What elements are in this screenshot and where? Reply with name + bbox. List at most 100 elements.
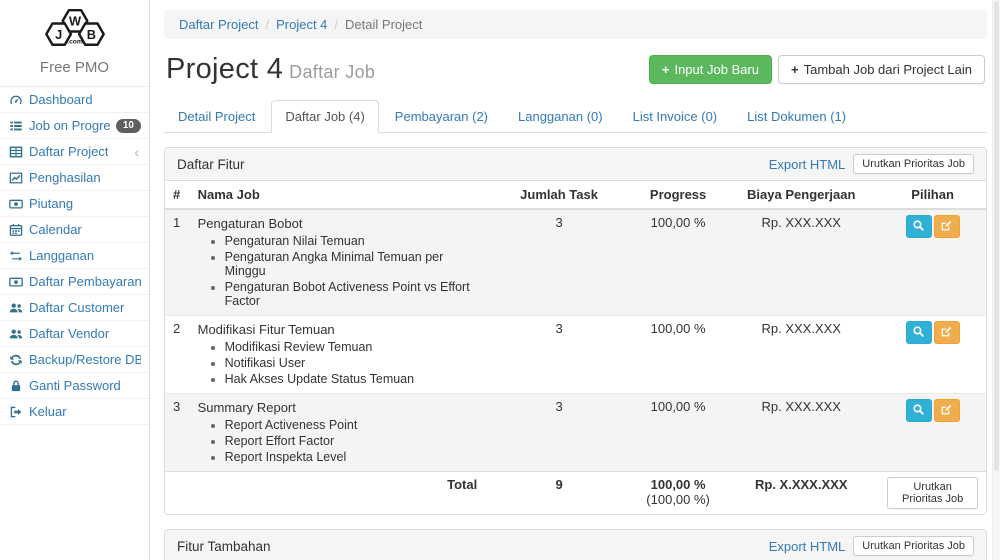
edit-icon — [940, 403, 953, 419]
tasks-icon — [9, 119, 23, 133]
sidebar-item-label: Daftar Project — [29, 144, 108, 159]
edit-icon — [940, 325, 953, 341]
subtask-list: Pengaturan Nilai TemuanPengaturan Angka … — [225, 234, 478, 308]
export-html-link[interactable]: Export HTML — [769, 157, 846, 172]
exchange-icon — [9, 249, 23, 263]
sidebar-item-daftar-pembayaran[interactable]: Daftar Pembayaran — [0, 269, 149, 295]
column-header-pilihan: Pilihan — [879, 181, 986, 209]
search-icon — [912, 219, 925, 235]
main-content: Daftar Project/Project 4/Detail Project … — [151, 0, 990, 560]
sidebar-item-backup-restore-db[interactable]: Backup/Restore DB — [0, 347, 149, 373]
row-number: 2 — [165, 316, 190, 394]
sidebar-item-keluar[interactable]: Keluar — [0, 399, 149, 425]
sidebar-item-job-on-progress[interactable]: Job on Progress10 — [0, 113, 149, 139]
sidebar-item-langganan[interactable]: Langganan — [0, 243, 149, 269]
svg-text:.com: .com — [67, 38, 83, 45]
total-row: Total9100,00 % (100,00 %)Rp. X.XXX.XXXUr… — [165, 472, 986, 515]
sidebar: W J B .com Free PMO DashboardJob on Prog… — [0, 0, 150, 560]
subtask-item: Hak Akses Update Status Temuan — [225, 372, 478, 386]
urutkan-prioritas-job-button[interactable]: Urutkan Prioritas Job — [887, 477, 978, 509]
sidebar-item-label: Langganan — [29, 248, 94, 263]
money-icon — [9, 197, 23, 211]
page-header: Project 4 Daftar Job + Input Job Baru + T… — [166, 53, 985, 86]
sidebar-item-daftar-project[interactable]: Daftar Project‹ — [0, 139, 149, 165]
sidebar-item-dashboard[interactable]: Dashboard — [0, 87, 149, 113]
breadcrumb-current: Detail Project — [345, 17, 422, 32]
panel-heading-actions: Export HTML Urutkan Prioritas Job — [769, 536, 974, 556]
view-job-button[interactable] — [906, 321, 932, 344]
sidebar-item-label: Daftar Pembayaran — [29, 274, 141, 289]
button-label: Input Job Baru — [674, 62, 759, 77]
tab-list-dokumen-1[interactable]: List Dokumen (1) — [733, 100, 860, 133]
project-title: Project 4 — [166, 53, 283, 85]
tab-pembayaran-2[interactable]: Pembayaran (2) — [381, 100, 502, 133]
breadcrumb: Daftar Project/Project 4/Detail Project — [164, 10, 987, 39]
search-icon — [912, 403, 925, 419]
job-name: Pengaturan Bobot — [198, 215, 478, 231]
scrollbar[interactable] — [992, 0, 1000, 560]
tambah-job-dari-project-lain-button[interactable]: + Tambah Job dari Project Lain — [778, 55, 985, 84]
input-job-baru-button[interactable]: + Input Job Baru — [649, 55, 772, 84]
sidebar-menu: DashboardJob on Progress10Daftar Project… — [0, 86, 149, 425]
subtask-item: Modifikasi Review Temuan — [225, 340, 478, 354]
panel-heading: Daftar Fitur Export HTML Urutkan Prioritas… — [165, 148, 986, 181]
sidebar-item-calendar[interactable]: Calendar — [0, 217, 149, 243]
subtask-list: Modifikasi Review Temuan Notifikasi User H… — [225, 340, 478, 386]
tab-langganan-0[interactable]: Langganan (0) — [504, 100, 617, 133]
view-job-button[interactable] — [906, 215, 932, 238]
panel-fitur-tambahan: Fitur TambahanExport HTMLUrutkan Priorit… — [164, 529, 987, 560]
page-subtitle: Daftar Job — [289, 62, 375, 82]
svg-text:B: B — [86, 27, 95, 42]
panels-container: Daftar Fitur Export HTML Urutkan Prioritas… — [164, 147, 987, 560]
sidebar-item-piutang[interactable]: Piutang — [0, 191, 149, 217]
sidebar-item-label: Job on Progress — [29, 118, 110, 133]
table-icon — [9, 145, 23, 159]
row-number: 3 — [165, 394, 190, 472]
subtask-item: Notifikasi User — [225, 356, 478, 370]
breadcrumb-daftar-project[interactable]: Daftar Project — [179, 17, 258, 32]
edit-job-button[interactable] — [934, 399, 960, 422]
sign-out-icon — [9, 405, 23, 419]
edit-job-button[interactable] — [934, 215, 960, 238]
sidebar-item-label: Calendar — [29, 222, 82, 237]
breadcrumb-project-4[interactable]: Project 4 — [276, 17, 327, 32]
job-name-cell: Summary ReportReport Activeness PointRep… — [190, 394, 486, 472]
tab-daftar-job-4[interactable]: Daftar Job (4) — [271, 100, 378, 133]
urutkan-prioritas-job-button[interactable]: Urutkan Prioritas Job — [853, 154, 974, 174]
progress-value: 100,00 % — [633, 394, 723, 472]
svg-text:W: W — [68, 13, 81, 28]
app-logo: W J B .com — [0, 0, 149, 53]
sidebar-item-ganti-password[interactable]: Ganti Password — [0, 373, 149, 399]
total-progress: 100,00 % (100,00 %) — [633, 472, 723, 515]
table-header-row: #Nama JobJumlah TaskProgressBiaya Penger… — [165, 181, 986, 209]
panel-title: Daftar Fitur — [177, 157, 245, 172]
total-label: Total — [190, 472, 486, 515]
search-icon — [912, 325, 925, 341]
jobs-table: #Nama JobJumlah TaskProgressBiaya Penger… — [165, 181, 986, 514]
sidebar-item-daftar-customer[interactable]: Daftar Customer — [0, 295, 149, 321]
urutkan-prioritas-job-button[interactable]: Urutkan Prioritas Job — [853, 536, 974, 556]
scrollbar-thumb[interactable] — [994, 1, 999, 471]
tab-detail-project[interactable]: Detail Project — [164, 100, 269, 133]
column-header-jumlah-task: Jumlah Task — [485, 181, 633, 209]
brand-text: Free PMO — [0, 53, 149, 86]
sidebar-item-daftar-vendor[interactable]: Daftar Vendor — [0, 321, 149, 347]
dashboard-icon — [9, 93, 23, 107]
panel-heading-actions: Export HTML Urutkan Prioritas Job — [769, 154, 974, 174]
view-job-button[interactable] — [906, 399, 932, 422]
row-actions — [879, 316, 986, 394]
sidebar-item-penghasilan[interactable]: Penghasilan — [0, 165, 149, 191]
export-html-link[interactable]: Export HTML — [769, 539, 846, 554]
total-tasks: 9 — [485, 472, 633, 515]
lock-icon — [9, 379, 23, 393]
button-label: Tambah Job dari Project Lain — [804, 62, 972, 77]
panel-heading: Fitur TambahanExport HTMLUrutkan Priorit… — [165, 530, 986, 560]
page: W J B .com Free PMO DashboardJob on Prog… — [0, 0, 1000, 560]
job-name-cell: Pengaturan Bobot Pengaturan Nilai TemuanP… — [190, 209, 486, 316]
tab-list-invoice-0[interactable]: List Invoice (0) — [619, 100, 732, 133]
job-name: Modifikasi Fitur Temuan — [198, 321, 478, 337]
jwb-logo-icon: W J B .com — [32, 6, 118, 50]
money-icon — [9, 275, 23, 289]
edit-job-button[interactable] — [934, 321, 960, 344]
column-header-progress: Progress — [633, 181, 723, 209]
